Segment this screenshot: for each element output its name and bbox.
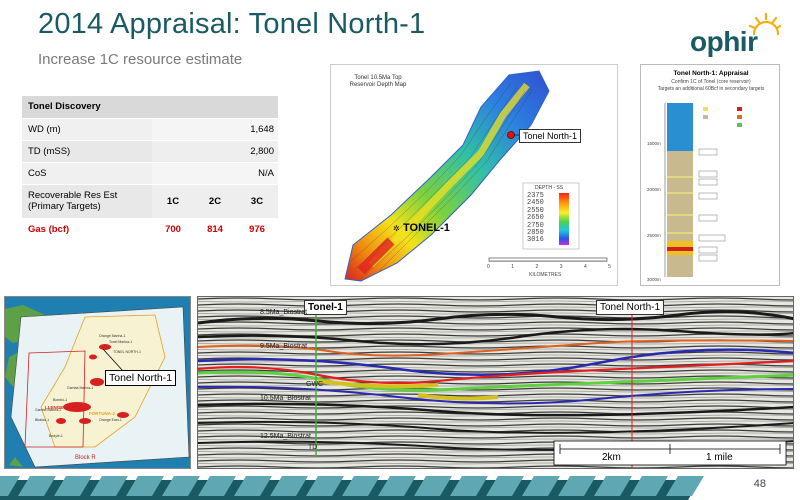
strat-depth-3000: 3000m [647,277,661,282]
seismic-graphic [198,297,793,468]
legend-title: DEPTH - SS [535,185,564,191]
svg-text:Orange East-1: Orange East-1 [99,418,122,422]
location-map: Orange Marina-1 Tonel Marina-1 TONEL NORT… [4,296,191,469]
block-r-label: Block R [75,455,96,461]
svg-text:TONEL NORTH-1: TONEL NORTH-1 [113,350,141,354]
page-number: 48 [753,478,766,490]
tonel-discovery-table: Tonel Discovery WD (m) 1,648 TD (mSS) 2,… [22,96,278,241]
table-header: Tonel Discovery [22,96,152,119]
svg-text:Orange Marina-1: Orange Marina-1 [99,334,126,338]
svg-text:FORTUNA-2: FORTUNA-2 [89,411,115,416]
scale-mile-label: 1 mile [706,452,733,463]
seismic-section: Tonel-1 Tonel North-1 8.5Ma_Biostrat 9.5… [197,296,794,469]
svg-text:Bbalao-1: Bbalao-1 [35,418,49,422]
sun-icon [748,12,782,36]
strat-column-graphic [664,103,742,277]
table-row: WD (m) 1,648 [22,118,278,141]
ophir-logo: ophir [690,12,782,58]
gas-row: Gas (bcf) 700 814 976 [22,218,278,241]
depth-legend-values: 2375 2450 2550 2650 2750 2850 3016 [527,192,544,245]
tonel-north-label: Tonel North-1 [519,129,582,143]
table-row: Recoverable Res Est (Primary Targets) 1C… [22,184,278,219]
horizon-label: 9.5Ma_Biostrat [260,343,308,350]
svg-text:Bombó-1: Bombó-1 [53,398,67,402]
slide-subtitle: Increase 1C resource estimate [38,51,243,68]
strat-column-panel: Tonel North-1: Appraisal Confirm 1C of T… [640,64,780,286]
svg-text:Bodyle-1: Bodyle-1 [49,434,63,438]
svg-text:LLENGE EAST-1: LLENGE EAST-1 [45,405,81,410]
strat-depth-2000: 2000m [647,187,661,192]
tonel-1-well-label: Tonel-1 [304,300,347,315]
table-row: TD (mSS) 2,800 [22,140,278,163]
tonel-north-well-label: Tonel North-1 [596,300,665,315]
svg-text:Gamba Marina-1: Gamba Marina-1 [67,386,93,390]
table-row: CoS N/A [22,162,278,185]
horizon-label: GWC [306,381,324,388]
slide-title: 2014 Appraisal: Tonel North-1 [38,8,426,40]
tonel-1-label: TONEL-1 [403,222,450,234]
scale-2km-label: 2km [602,452,621,463]
svg-text:✲: ✲ [393,224,400,233]
horizon-label: 12.5Ma_Biostrat [260,433,311,440]
svg-text:Tonel Marina-1: Tonel Marina-1 [109,340,132,344]
footer-band [0,472,800,500]
depth-map: ✲ Tonel 10.5Ma Top Reservoir Depth Map T… [330,64,618,286]
horizon-label: TD [308,444,318,451]
scale-ticks: 012345 [487,264,611,270]
scale-label: KILOMETRES [529,272,562,278]
depth-map-title: Tonel 10.5Ma Top Reservoir Depth Map [349,75,407,88]
strat-depth-1500: 1500m [647,141,661,146]
horizon-label: 10.5Ma_Biostrat [260,395,311,402]
horizon-label: 8.5Ma_Biostrat [260,309,308,316]
strat-depth-2500: 2500m [647,233,661,238]
depth-map-graphic: ✲ [344,70,608,282]
tonel-north-callout: Tonel North-1 [105,370,177,386]
